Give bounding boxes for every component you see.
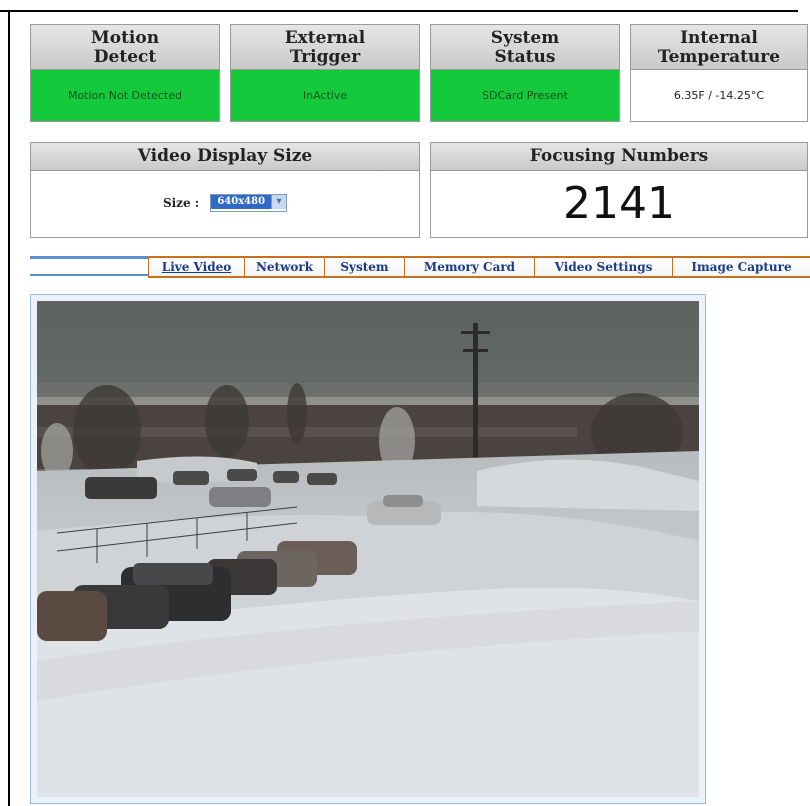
system-status-value: SDCard Present [431, 70, 619, 121]
tab-network[interactable]: Network [244, 256, 324, 278]
internal-temperature-title-line2: Temperature [657, 47, 781, 67]
external-trigger-value: InActive [231, 70, 419, 121]
focusing-number-value: 2141 [563, 178, 675, 229]
focusing-numbers-title: Focusing Numbers [431, 143, 807, 171]
video-display-size-body: Size : 640x480 ▾ [31, 171, 419, 237]
system-status-title: System Status [431, 25, 619, 70]
tab-video-settings[interactable]: Video Settings [534, 256, 672, 278]
chevron-down-icon[interactable]: ▾ [271, 194, 287, 209]
motion-detect-title-line2: Detect [93, 47, 157, 67]
video-display-size-title: Video Display Size [31, 143, 419, 171]
internal-temperature-panel: Internal Temperature 6.35F / -14.25°C [630, 24, 808, 122]
motion-detect-value: Motion Not Detected [31, 70, 219, 121]
size-select-value: 640x480 [211, 194, 272, 209]
internal-temperature-value: 6.35F / -14.25°C [631, 70, 807, 121]
tab-live-video[interactable]: Live Video [148, 256, 244, 278]
external-trigger-panel: External Trigger InActive [230, 24, 420, 122]
system-status-panel: System Status SDCard Present [430, 24, 620, 122]
focusing-numbers-panel: Focusing Numbers 2141 [430, 142, 808, 238]
external-trigger-title-line2: Trigger [289, 47, 361, 67]
motion-detect-panel: Motion Detect Motion Not Detected [30, 24, 220, 122]
live-video-image [37, 301, 699, 797]
left-border [8, 10, 10, 806]
system-status-title-line2: Status [494, 47, 556, 67]
video-display-size-panel: Video Display Size Size : 640x480 ▾ [30, 142, 420, 238]
nav-blue-accent [30, 256, 148, 276]
size-select[interactable]: 640x480 ▾ [210, 193, 288, 212]
internal-temperature-title: Internal Temperature [631, 25, 807, 70]
tab-system[interactable]: System [324, 256, 404, 278]
motion-detect-title-line1: Motion [90, 28, 160, 48]
focusing-numbers-body: 2141 [431, 171, 807, 237]
live-video-scene [37, 301, 699, 797]
size-label: Size : [162, 196, 200, 210]
tab-image-capture[interactable]: Image Capture [672, 256, 810, 278]
system-status-title-line1: System [490, 28, 560, 48]
main-nav: Live Video Network System Memory Card Vi… [30, 256, 810, 278]
live-video-frame [30, 294, 706, 804]
external-trigger-title: External Trigger [231, 25, 419, 70]
tab-memory-card[interactable]: Memory Card [404, 256, 534, 278]
motion-detect-title: Motion Detect [31, 25, 219, 70]
internal-temperature-title-line1: Internal [680, 28, 758, 48]
external-trigger-title-line1: External [284, 28, 366, 48]
top-border [0, 10, 798, 12]
